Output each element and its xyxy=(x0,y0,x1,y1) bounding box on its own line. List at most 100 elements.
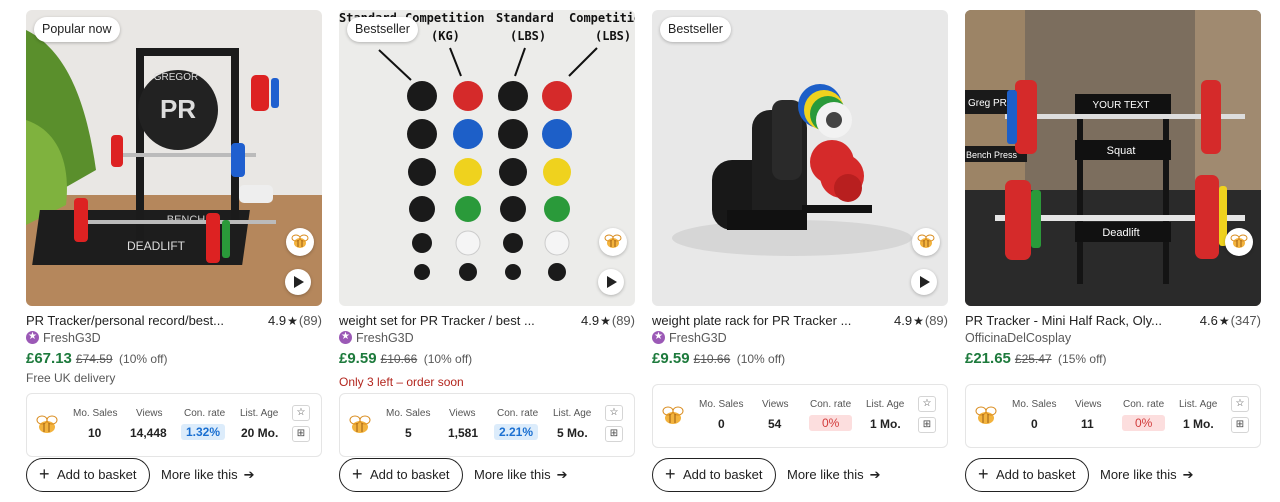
play-icon xyxy=(607,276,617,288)
listing-age-label: List. Age xyxy=(866,399,905,410)
seller-name: FreshG3D xyxy=(43,331,101,345)
product-title[interactable]: PR Tracker/personal record/best... xyxy=(26,313,248,329)
star-seller-icon xyxy=(26,329,39,345)
bee-icon[interactable] xyxy=(912,228,940,256)
product-image[interactable]: Greg PR Bench Press YOUR TEXT Squat Dead… xyxy=(965,10,1261,306)
weight-set-photo: Standard Competition Standard Competitio… xyxy=(339,10,635,306)
image-label: (LBS) xyxy=(595,29,631,43)
listing-age-value: 20 Mo. xyxy=(241,426,279,440)
bee-icon[interactable] xyxy=(286,228,314,256)
conversion-rate-value: 0% xyxy=(809,415,853,431)
listing-age-label: List. Age xyxy=(240,408,279,419)
conversion-rate-value: 1.32% xyxy=(181,424,226,440)
conversion-rate-label: Con. rate xyxy=(184,408,226,419)
add-to-basket-button[interactable]: + Add to basket xyxy=(26,458,150,492)
product-title[interactable]: weight plate rack for PR Tracker ... xyxy=(652,313,874,329)
plus-icon: + xyxy=(978,464,989,484)
favorite-star-button[interactable]: ☆ xyxy=(1231,396,1249,412)
add-to-basket-button[interactable]: + Add to basket xyxy=(652,458,776,492)
review-count: (89) xyxy=(298,313,322,328)
favorite-star-button[interactable]: ☆ xyxy=(605,405,623,421)
more-like-this-link[interactable]: More like this ➔ xyxy=(787,458,880,492)
add-to-list-button[interactable]: ⊞ xyxy=(605,426,623,442)
views-label: Views xyxy=(136,408,163,419)
pr-tracker-photo: PR GREGOR BENCH DEADLIFT xyxy=(26,10,322,306)
price-row: £67.13 £74.59 (10% off) xyxy=(26,350,168,368)
image-label: Greg PR xyxy=(968,98,1007,109)
product-image[interactable]: Bestseller xyxy=(652,10,948,306)
product-image[interactable]: Standard Competition Standard Competitio… xyxy=(339,10,635,306)
play-icon xyxy=(294,276,304,288)
sale-price: £9.59 xyxy=(339,350,377,367)
discount-label: (10% off) xyxy=(423,352,473,366)
arrow-right-icon: ➔ xyxy=(556,467,568,482)
product-title[interactable]: weight set for PR Tracker / best ... xyxy=(339,313,561,329)
rating-value: 4.6 xyxy=(1199,313,1218,328)
plus-icon: + xyxy=(39,464,50,484)
seller[interactable]: FreshG3D xyxy=(339,329,414,346)
more-like-this-link[interactable]: More like this ➔ xyxy=(161,458,254,492)
more-like-this-link[interactable]: More like this ➔ xyxy=(1100,458,1193,492)
product-title[interactable]: PR Tracker - Mini Half Rack, Oly... xyxy=(965,313,1187,329)
star-seller-icon xyxy=(339,329,352,345)
stats-panel: Mo. Sales 5 Views 1,581 Con. rate 2.21% Lis… xyxy=(339,393,635,457)
play-video-button[interactable] xyxy=(911,269,937,295)
product-card[interactable]: Standard Competition Standard Competitio… xyxy=(339,10,635,496)
seller[interactable]: FreshG3D xyxy=(26,329,101,346)
image-label: (LBS) xyxy=(510,29,546,43)
seller[interactable]: FreshG3D xyxy=(652,329,727,346)
add-to-basket-button[interactable]: + Add to basket xyxy=(339,458,463,492)
star-seller-icon xyxy=(652,329,665,345)
bee-icon[interactable] xyxy=(599,228,627,256)
image-label: Deadlift xyxy=(1102,227,1139,239)
play-video-button[interactable] xyxy=(598,269,624,295)
price-row: £9.59 £10.66 (10% off) xyxy=(339,350,472,368)
seller-name: FreshG3D xyxy=(356,331,414,345)
listing-age-label: List. Age xyxy=(553,408,592,419)
star-icon: ★ xyxy=(1218,314,1230,328)
add-to-basket-button[interactable]: + Add to basket xyxy=(965,458,1089,492)
bee-icon xyxy=(662,406,684,424)
monthly-sales-label: Mo. Sales xyxy=(386,408,431,419)
bee-icon[interactable] xyxy=(1225,228,1253,256)
listing-age-label: List. Age xyxy=(1179,399,1218,410)
views-value: 11 xyxy=(1081,417,1094,431)
product-card[interactable]: PR GREGOR BENCH DEADLIFT Popular now PR … xyxy=(26,10,322,496)
add-to-basket-label: Add to basket xyxy=(683,467,763,482)
arrow-right-icon: ➔ xyxy=(243,467,255,482)
favorite-star-button[interactable]: ☆ xyxy=(292,405,310,421)
original-price: £10.66 xyxy=(380,352,418,366)
rating-value: 4.9 xyxy=(268,313,287,328)
product-card[interactable]: Bestseller weight plate rack for PR Trac… xyxy=(652,10,948,496)
stats-panel: Mo. Sales 0 Views 11 Con. rate 0% List. Age… xyxy=(965,384,1261,448)
stats-panel: Mo. Sales 0 Views 54 Con. rate 0% List. Age… xyxy=(652,384,948,448)
monthly-sales-label: Mo. Sales xyxy=(73,408,118,419)
add-to-list-button[interactable]: ⊞ xyxy=(292,426,310,442)
image-label: Competition xyxy=(405,11,484,25)
bee-icon xyxy=(36,415,58,433)
review-count: (89) xyxy=(611,313,635,328)
image-label: GREGOR xyxy=(154,72,198,83)
bestseller-badge: Bestseller xyxy=(660,17,731,42)
product-rating: 4.6★(347) xyxy=(1200,313,1261,329)
rating-value: 4.9 xyxy=(581,313,600,328)
add-to-basket-label: Add to basket xyxy=(996,467,1076,482)
product-rating: 4.9★(89) xyxy=(581,313,635,329)
monthly-sales-label: Mo. Sales xyxy=(699,399,744,410)
product-card[interactable]: Greg PR Bench Press YOUR TEXT Squat Dead… xyxy=(965,10,1261,496)
play-video-button[interactable] xyxy=(285,269,311,295)
seller[interactable]: OfficinaDelCosplay xyxy=(965,330,1071,346)
more-like-this-link[interactable]: More like this ➔ xyxy=(474,458,567,492)
conversion-rate-value: 2.21% xyxy=(494,424,539,440)
arrow-right-icon: ➔ xyxy=(869,467,881,482)
views-label: Views xyxy=(762,399,789,410)
favorite-star-button[interactable]: ☆ xyxy=(918,396,936,412)
views-value: 54 xyxy=(768,417,782,431)
add-to-list-button[interactable]: ⊞ xyxy=(918,417,936,433)
bee-icon xyxy=(975,406,997,424)
seller-name: OfficinaDelCosplay xyxy=(965,331,1072,345)
image-label: DEADLIFT xyxy=(127,239,186,253)
add-to-list-button[interactable]: ⊞ xyxy=(1231,417,1249,433)
half-rack-photo: Greg PR Bench Press YOUR TEXT Squat Dead… xyxy=(965,10,1261,306)
product-image[interactable]: PR GREGOR BENCH DEADLIFT Popular now xyxy=(26,10,322,306)
